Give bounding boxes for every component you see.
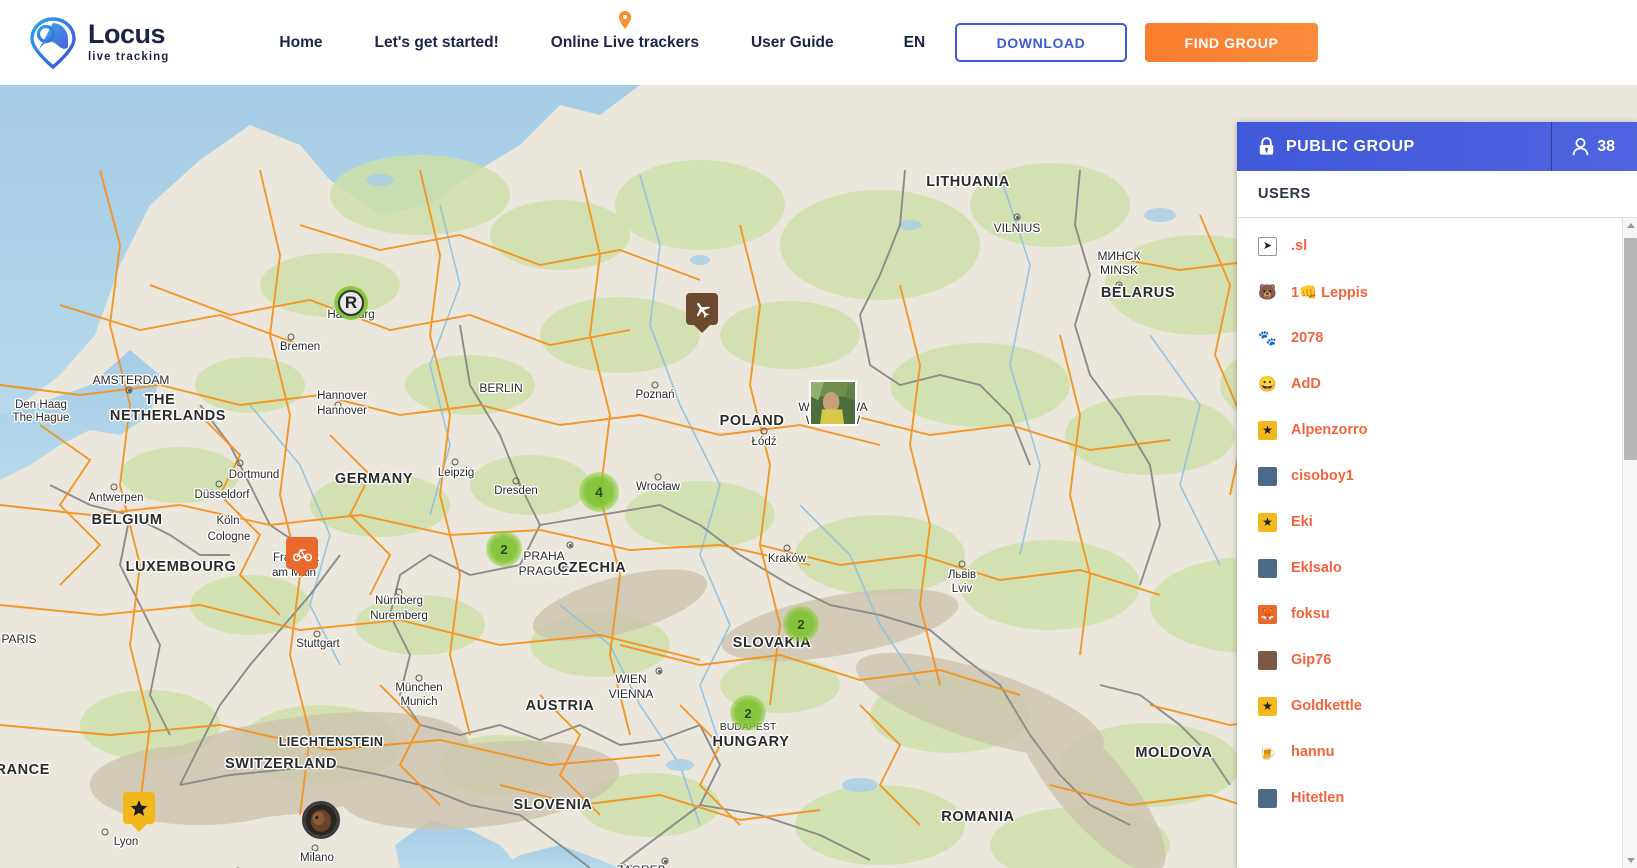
- member-count-badge[interactable]: 38: [1551, 122, 1637, 171]
- user-name: hannu: [1291, 744, 1335, 760]
- member-count: 38: [1597, 137, 1615, 155]
- cluster-count: 2: [797, 616, 805, 632]
- user-list-item[interactable]: 🦊 foksu: [1237, 591, 1637, 637]
- user-name: .sl: [1291, 238, 1308, 254]
- star-marker[interactable]: [123, 792, 155, 832]
- user-name: Alpenzorro: [1291, 422, 1368, 438]
- airplane-icon: [696, 302, 710, 318]
- group-panel: PUBLIC GROUP 38 USERS ➤ .sl 🐻 1👊 Leppis 🐾 207…: [1237, 122, 1637, 868]
- avatar-photo: [305, 804, 337, 836]
- nav-item-online-live-trackers[interactable]: Online Live trackers: [525, 10, 725, 52]
- person-icon: [1572, 137, 1589, 155]
- cluster-marker[interactable]: 2: [783, 606, 819, 642]
- user-list-item[interactable]: 🐾 2078: [1237, 315, 1637, 361]
- users-section-heading: USERS: [1237, 171, 1637, 218]
- nav-item-user-guide[interactable]: User Guide: [725, 34, 860, 52]
- nav-item-home[interactable]: Home: [253, 34, 348, 52]
- user-list-item[interactable]: Gip76: [1237, 637, 1637, 683]
- airplane-marker[interactable]: [686, 293, 718, 333]
- user-list-item[interactable]: 😀 AdD: [1237, 361, 1637, 407]
- cluster-marker[interactable]: 2: [486, 531, 522, 567]
- panel-title: PUBLIC GROUP: [1286, 137, 1415, 155]
- user-list-item[interactable]: 🐻 1👊 Leppis: [1237, 269, 1637, 315]
- language-selector[interactable]: EN: [860, 34, 952, 52]
- user-name: Hitetlen: [1291, 790, 1345, 806]
- logo-subtitle: live tracking: [88, 51, 170, 64]
- user-list-item[interactable]: cisoboy1: [1237, 453, 1637, 499]
- user-name: Goldkettle: [1291, 698, 1362, 714]
- user-list-item[interactable]: Hitetlen: [1237, 775, 1637, 821]
- recording-marker-icon[interactable]: R: [334, 286, 368, 320]
- user-list-item[interactable]: Eklsalo: [1237, 545, 1637, 591]
- cluster-marker[interactable]: 2: [730, 695, 766, 731]
- user-list-item[interactable]: ★ Alpenzorro: [1237, 407, 1637, 453]
- user-name: Eklsalo: [1291, 560, 1342, 576]
- recording-marker-label: R: [338, 290, 364, 316]
- nav-label: Let's get started!: [374, 33, 499, 51]
- star-shield-icon: ★: [1258, 512, 1277, 532]
- beer-mug-icon: 🍺: [1258, 743, 1277, 761]
- nav-label: Online Live trackers: [550, 33, 699, 51]
- lock-icon: [1259, 137, 1274, 155]
- user-name: foksu: [1291, 606, 1330, 622]
- star-shield-icon: ★: [1258, 420, 1277, 440]
- star-icon: [130, 800, 148, 816]
- user-name: 1👊 Leppis: [1291, 284, 1368, 301]
- user-name: 2078: [1291, 330, 1324, 346]
- main-navigation: Home Let's get started! Online Live trac…: [253, 10, 952, 52]
- user-photo-marker-icon[interactable]: [809, 380, 857, 426]
- user-list-item[interactable]: ★ Goldkettle: [1237, 683, 1637, 729]
- cluster-marker[interactable]: 4: [579, 472, 619, 512]
- scroll-up-button[interactable]: [1623, 218, 1637, 233]
- nav-label: User Guide: [750, 33, 834, 51]
- user-list-item[interactable]: ★ Eki: [1237, 499, 1637, 545]
- bear-face-icon: 🐻: [1258, 283, 1277, 301]
- user-list-item[interactable]: 🍺 hannu: [1237, 729, 1637, 775]
- paw-print-icon: 🐾: [1258, 329, 1277, 347]
- photo-thumb: [811, 382, 855, 424]
- nav-label: Home: [279, 33, 323, 51]
- cluster-count: 2: [500, 541, 508, 557]
- logo[interactable]: Locus live tracking: [30, 16, 170, 69]
- user-avatar-marker-icon[interactable]: [302, 801, 340, 839]
- locus-pin-logo-icon: [30, 16, 76, 69]
- user-name: Eki: [1291, 514, 1313, 530]
- cluster-count: 2: [744, 705, 752, 721]
- panel-title-group: PUBLIC GROUP: [1237, 137, 1551, 156]
- logo-title: Locus: [88, 19, 166, 50]
- map-pin-icon: [618, 10, 631, 29]
- photo-thumbnail-icon: [1258, 558, 1277, 578]
- download-button[interactable]: DOWNLOAD: [955, 23, 1127, 62]
- cluster-count: 4: [595, 484, 603, 500]
- find-group-button[interactable]: FIND GROUP: [1145, 23, 1318, 62]
- fox-shield-icon: 🦊: [1258, 604, 1277, 624]
- panel-header: PUBLIC GROUP 38: [1237, 122, 1637, 171]
- star-shield-icon: ★: [1258, 696, 1277, 716]
- user-list-item[interactable]: ➤ .sl: [1237, 223, 1637, 269]
- chevron-up-icon: [1626, 223, 1635, 228]
- header-actions: DOWNLOAD FIND GROUP: [955, 23, 1318, 62]
- smiley-face-icon: 😀: [1258, 375, 1277, 393]
- site-header: Locus live tracking Home Let's get start…: [0, 0, 1637, 85]
- user-name: AdD: [1291, 376, 1321, 392]
- chevron-down-icon: [1626, 858, 1635, 863]
- photo-thumbnail-icon: [1258, 788, 1277, 808]
- cursor-pin-icon: ➤: [1258, 236, 1277, 256]
- sidebar-scrollbar[interactable]: [1622, 218, 1637, 868]
- bicycle-icon: [292, 548, 312, 561]
- photo-thumbnail-icon: [1258, 466, 1277, 486]
- scroll-down-button[interactable]: [1623, 853, 1637, 868]
- bicycle-marker[interactable]: [286, 537, 318, 577]
- scrollbar-thumb[interactable]: [1624, 238, 1637, 460]
- nav-item-lets-get-started[interactable]: Let's get started!: [349, 34, 525, 52]
- portrait-photo-icon: [1258, 650, 1277, 670]
- user-name: cisoboy1: [1291, 468, 1354, 484]
- users-list[interactable]: ➤ .sl 🐻 1👊 Leppis 🐾 2078 😀 AdD ★ Alpenzorro cisobo…: [1237, 218, 1637, 868]
- user-name: Gip76: [1291, 652, 1332, 668]
- language-label: EN: [903, 33, 926, 51]
